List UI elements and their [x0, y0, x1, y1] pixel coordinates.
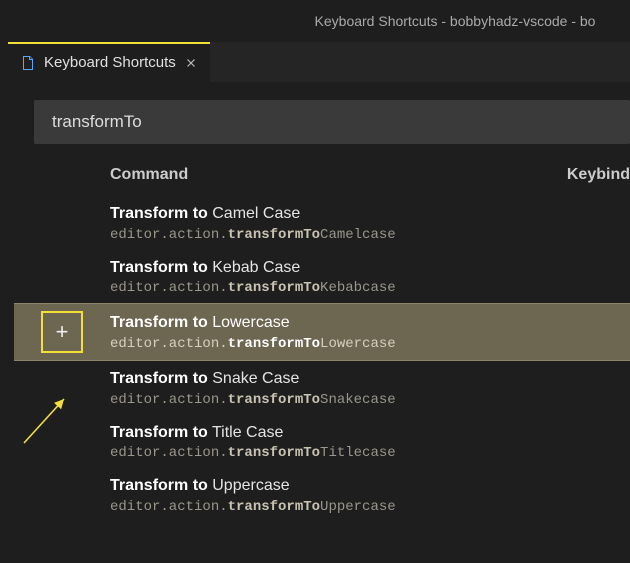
tab-label: Keyboard Shortcuts [44, 54, 176, 71]
row-body: Transform to Snake Case editor.action.tra… [110, 368, 630, 408]
shortcut-row[interactable]: Transform to Title Caseeditor.action.tra… [0, 415, 630, 469]
command-label: Transform to Camel Case [110, 203, 630, 225]
shortcuts-page: Command Keybind Transform to Camel Case e… [0, 82, 630, 522]
command-id: editor.action.transformToLowercase [110, 336, 630, 352]
column-header-command[interactable]: Command [110, 166, 567, 184]
shortcut-list: Transform to Camel Case editor.action.tra… [0, 196, 630, 522]
command-label: Transform to Kebab Case [110, 257, 630, 279]
command-label: Transform to Uppercase [110, 475, 630, 497]
shortcut-row[interactable]: Transform to Kebab Caseeditor.action.tra… [0, 250, 630, 304]
row-gutter: + [14, 311, 110, 353]
close-icon[interactable] [184, 56, 198, 70]
column-headers: Command Keybind [0, 144, 630, 196]
row-body: Transform to Camel Case editor.action.tra… [110, 203, 630, 243]
editor-tabstrip: Keyboard Shortcuts [0, 42, 630, 82]
command-id: editor.action.transformToCamelcase [110, 227, 630, 243]
row-body: Transform to Title Caseeditor.action.tra… [110, 422, 630, 462]
tabstrip-gutter [0, 42, 8, 82]
add-keybinding-button[interactable]: + [41, 311, 83, 353]
search-input[interactable] [34, 100, 630, 144]
row-body: Transform to Lowercase editor.action.tran… [110, 312, 630, 352]
file-icon [20, 55, 36, 71]
shortcut-row[interactable]: Transform to Snake Case editor.action.tra… [0, 361, 630, 415]
command-id: editor.action.transformToTitlecase [110, 445, 630, 461]
shortcut-row[interactable]: Transform to Uppercase editor.action.tran… [0, 468, 630, 522]
row-body: Transform to Uppercase editor.action.tran… [110, 475, 630, 515]
command-id: editor.action.transformToSnakecase [110, 392, 630, 408]
search-wrap [34, 100, 630, 144]
command-id: editor.action.transformToUppercase [110, 499, 630, 515]
tab-keyboard-shortcuts[interactable]: Keyboard Shortcuts [8, 42, 210, 82]
window-title: Keyboard Shortcuts - bobbyhadz-vscode - … [315, 13, 596, 29]
window-titlebar: Keyboard Shortcuts - bobbyhadz-vscode - … [0, 0, 630, 42]
column-header-keybinding[interactable]: Keybind [567, 166, 630, 184]
row-body: Transform to Kebab Caseeditor.action.tra… [110, 257, 630, 297]
command-label: Transform to Title Case [110, 422, 630, 444]
shortcut-row[interactable]: + Transform to Lowercase editor.action.tra… [14, 303, 630, 361]
command-label: Transform to Lowercase [110, 312, 630, 334]
command-label: Transform to Snake Case [110, 368, 630, 390]
shortcut-row[interactable]: Transform to Camel Case editor.action.tra… [0, 196, 630, 250]
command-id: editor.action.transformToKebabcase [110, 280, 630, 296]
